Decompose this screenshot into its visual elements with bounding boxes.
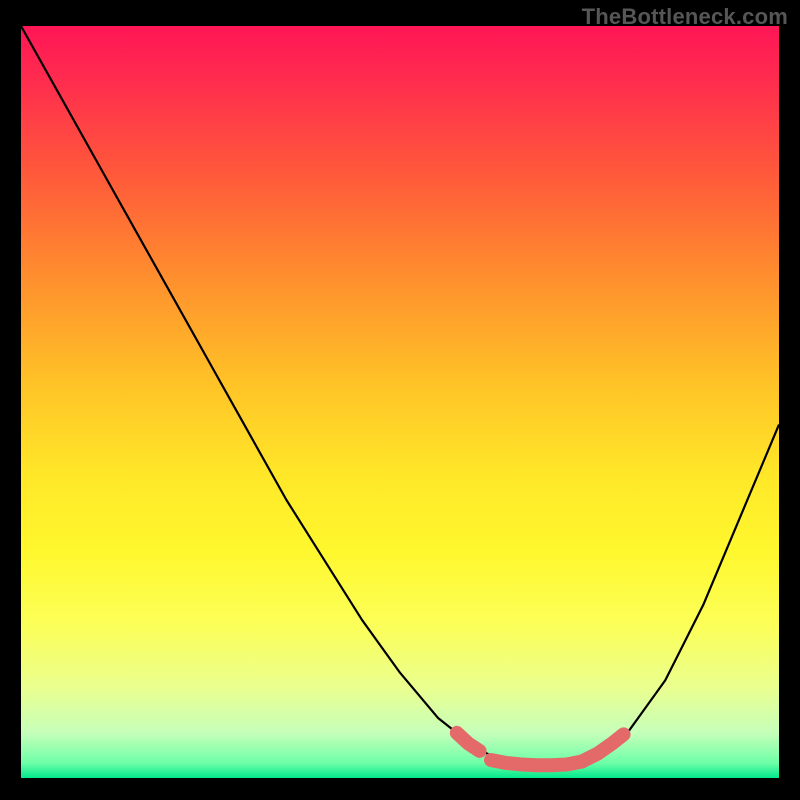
- attribution-text: TheBottleneck.com: [582, 4, 788, 30]
- curve-layer: [21, 26, 779, 778]
- series-bottleneck-curve: [21, 26, 779, 766]
- series-group: [21, 26, 779, 766]
- series-optimal-segment-left: [457, 733, 480, 751]
- series-optimal-segment-right: [582, 734, 624, 761]
- series-optimal-segment-bottom: [491, 760, 582, 765]
- gradient-plot-area: [21, 26, 779, 778]
- chart-stage: TheBottleneck.com: [0, 0, 800, 800]
